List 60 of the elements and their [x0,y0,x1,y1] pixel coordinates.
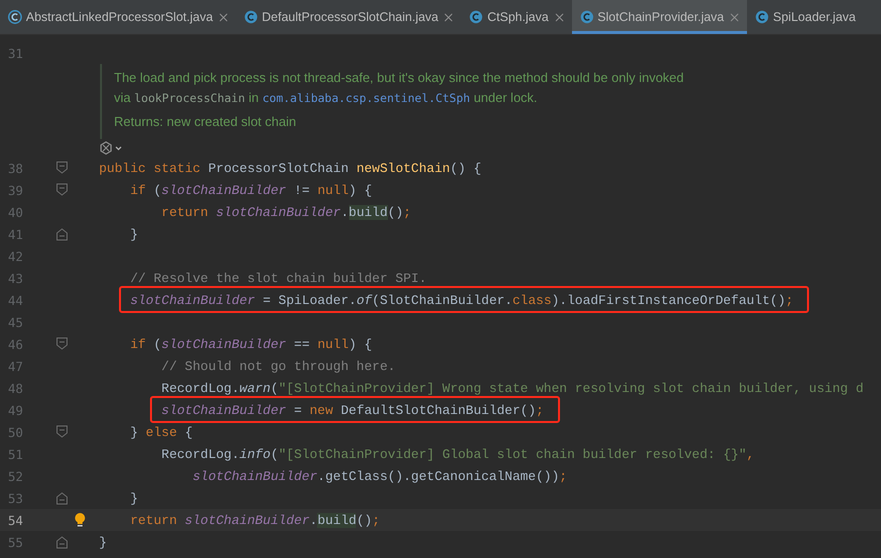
code-line: slotChainBuilder.getClass().getCanonicalName()); [192,468,568,484]
fold-icon[interactable] [56,227,68,241]
line-number: 49 [7,402,24,418]
line-number: 38 [7,160,24,176]
line-number: 46 [7,336,24,352]
code-line: RecordLog.info("[SlotChainProvider] Global slot chain builder resolved: {}", [161,446,754,462]
line-number: 52 [7,468,24,484]
code-line: } [130,490,138,506]
line-number: 55 [7,534,24,550]
file-tab[interactable]: DefaultProcessorSlotChain.java [236,0,462,34]
close-icon[interactable] [728,10,742,24]
class-icon [580,10,594,24]
line-number: 51 [7,446,24,462]
doc-text: Returns: new created slot chain [114,113,298,131]
class-icon [469,10,484,24]
doc-text: The load and pick process is not thread-safe, but it's okay since the method should be only invoked [114,69,685,87]
code-line: } [99,534,107,550]
file-tab[interactable]: AbstractLinkedProcessorSlot.java [0,0,236,34]
line-number: 53 [7,490,24,506]
class-icon [8,10,22,24]
class-icon [755,10,770,24]
code-line: return slotChainBuilder.build(); [161,204,412,220]
code-line: // Resolve the slot chain builder SPI. [130,270,427,286]
fold-icon[interactable] [56,491,68,505]
class-icon [244,10,258,24]
code-line: if (slotChainBuilder != null) { [130,182,372,198]
code-line: slotChainBuilder = new DefaultSlotChainBuilder(); [161,402,544,418]
fold-icon[interactable] [56,535,68,549]
line-number: 43 [7,270,24,286]
close-icon[interactable] [216,10,230,24]
code-line: } [130,226,138,242]
fold-icon[interactable] [56,425,68,439]
code-line: if (slotChainBuilder == null) { [130,336,372,352]
file-tab[interactable]: SpiLoader.java [747,0,862,34]
lightbulb-icon[interactable] [74,512,86,528]
line-number: 40 [7,204,24,220]
file-tab[interactable]: CtSph.java [461,0,572,34]
doc-text: via lookProcessChain in com.alibaba.csp.sentinel.CtSph under lock. [114,89,538,107]
file-tab[interactable]: SlotChainProvider.java [572,0,748,34]
line-number: 50 [7,424,24,440]
line-number: 39 [7,182,24,198]
code-line: slotChainBuilder = SpiLoader.of(SlotChainBuilder.class).loadFirstInstanceOrDefault(); [130,292,794,308]
close-icon[interactable] [552,10,566,24]
fold-icon[interactable] [56,337,68,351]
line-number: 47 [7,358,24,374]
code-line: public static ProcessorSlotChain newSlotChain() { [99,160,482,176]
line-number: 45 [7,314,24,330]
line-number: 31 [7,46,24,60]
code-line: // Should not go through here. [161,358,396,374]
line-number: 54 [7,512,24,528]
fold-icon[interactable] [56,183,68,197]
line-number: 42 [7,248,24,264]
line-number: 41 [7,226,24,242]
code-line: } else { [130,424,193,440]
code-line: RecordLog.warn("[SlotChainProvider] Wrong state when resolving slot chain builder, using d [161,380,864,396]
code-line: return slotChainBuilder.build(); [130,512,380,528]
line-number: 44 [7,292,24,308]
fold-icon[interactable] [56,161,68,175]
close-icon[interactable] [442,10,456,24]
line-number: 48 [7,380,24,396]
